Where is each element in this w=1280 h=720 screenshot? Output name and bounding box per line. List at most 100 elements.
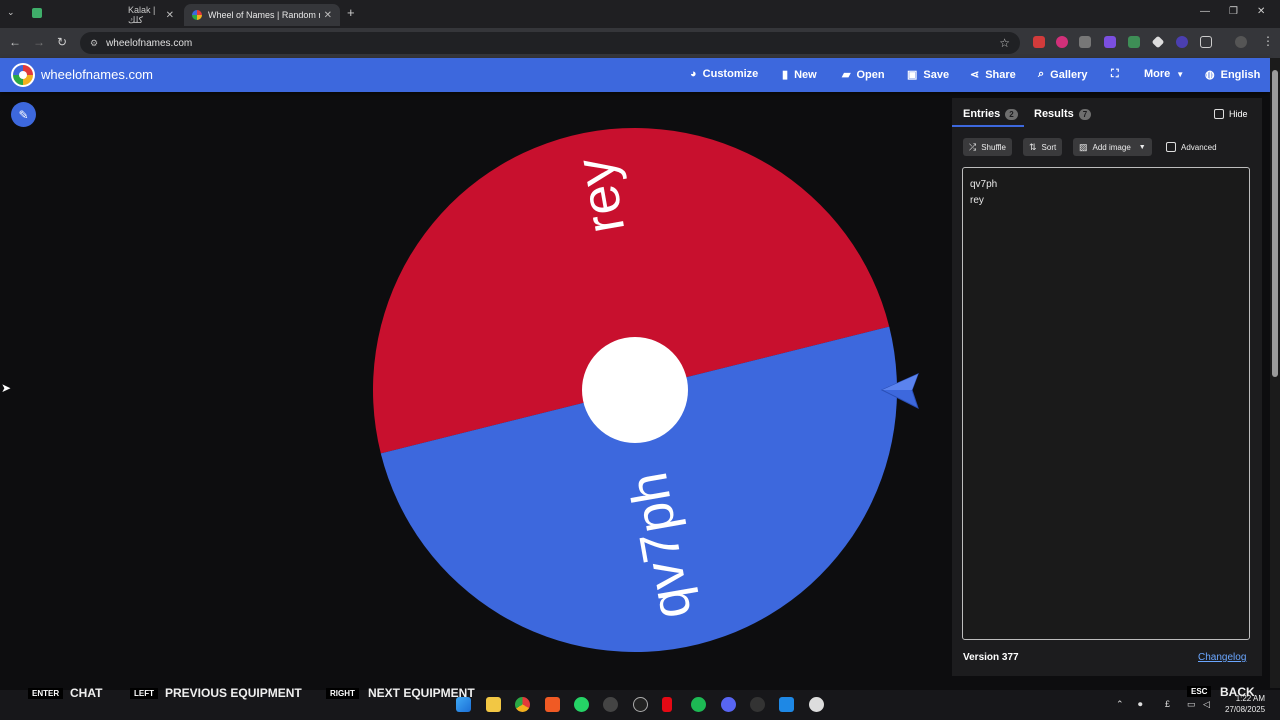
tab-title: Kalak | كلك xyxy=(128,4,156,25)
extension-icon[interactable] xyxy=(1079,36,1091,48)
save-icon: ▣ xyxy=(907,69,918,81)
minimize-icon[interactable]: — xyxy=(1200,6,1210,17)
extensions-puzzle-icon[interactable] xyxy=(1200,36,1212,48)
reload-icon[interactable]: ↻ xyxy=(57,35,67,49)
advanced-checkbox[interactable]: Advanced xyxy=(1160,138,1223,156)
browser-menu-icon[interactable]: ⋮ xyxy=(1262,34,1274,48)
sort-button[interactable]: ⇅ Sort xyxy=(1023,138,1063,156)
globe-icon: ◍ xyxy=(1205,69,1215,81)
extension-icon[interactable] xyxy=(1104,36,1116,48)
tab-entries[interactable]: Entries 2 xyxy=(963,108,1018,120)
volume-icon[interactable]: ◁ xyxy=(1203,699,1210,710)
new-button[interactable]: ▮ New xyxy=(782,68,817,82)
gallery-button[interactable]: ⌕ Gallery xyxy=(1038,68,1087,81)
address-bar[interactable]: ⚙ wheelofnames.com ☆ xyxy=(80,32,1020,54)
checkbox-icon xyxy=(1166,142,1176,152)
extension-icon[interactable] xyxy=(1176,36,1188,48)
share-label: Share xyxy=(985,68,1016,81)
image-icon: ▨ xyxy=(1079,141,1088,152)
tray-overflow-icon[interactable]: ⌃ xyxy=(1116,699,1124,710)
app-icon[interactable] xyxy=(779,697,794,712)
overlay-key-left: LEFT xyxy=(130,688,158,699)
hide-checkbox[interactable]: Hide xyxy=(1214,109,1248,119)
wheel-center-hub[interactable] xyxy=(582,337,688,443)
forward-icon[interactable]: → xyxy=(33,35,45,49)
app-icon[interactable] xyxy=(750,697,765,712)
restore-icon[interactable]: ❐ xyxy=(1229,6,1238,17)
chevron-down-icon: ▼ xyxy=(1138,143,1146,151)
site-info-icon[interactable]: ⚙ xyxy=(90,38,98,49)
brave-icon[interactable] xyxy=(545,697,560,712)
extension-icon[interactable] xyxy=(1033,36,1045,48)
overlay-label-next: NEXT EQUIPMENT xyxy=(368,686,475,700)
back-icon[interactable]: ← xyxy=(9,35,21,49)
tab-search-icon[interactable]: ⌄ xyxy=(7,7,15,18)
extension-icon[interactable] xyxy=(1056,36,1068,48)
shuffle-button[interactable]: ⤮ Shuffle xyxy=(963,138,1012,156)
active-tab-indicator xyxy=(952,125,1024,127)
app-icon[interactable] xyxy=(603,697,618,712)
tab-kalak[interactable]: Kalak | كلك ✕ xyxy=(60,4,182,26)
fullscreen-button[interactable]: ⛶ xyxy=(1111,68,1125,81)
advanced-label: Advanced xyxy=(1181,142,1217,152)
pencil-icon: ✎ xyxy=(18,107,29,122)
edit-wheel-button[interactable]: ✎ xyxy=(11,102,36,127)
language-label: English xyxy=(1220,68,1261,81)
new-label: New xyxy=(794,68,817,81)
network-icon[interactable]: ▭ xyxy=(1187,699,1196,710)
profile-avatar[interactable] xyxy=(1235,36,1247,48)
customize-button[interactable]: ◕ Customize xyxy=(690,68,758,80)
bookmark-star-icon[interactable]: ☆ xyxy=(999,36,1010,50)
chrome-icon[interactable] xyxy=(515,697,530,712)
netflix-icon[interactable] xyxy=(662,697,672,712)
tab-wheel-of-names[interactable]: Wheel of Names | Random nam ✕ xyxy=(184,4,340,26)
spin-wheel[interactable]: rey qv7ph xyxy=(370,125,900,655)
open-label: Open xyxy=(856,68,885,81)
palette-icon: ◕ xyxy=(690,68,697,80)
entries-textarea[interactable]: qv7ph rey xyxy=(962,167,1250,640)
share-icon: ⋖ xyxy=(970,69,980,81)
add-image-label: Add image xyxy=(1092,142,1131,152)
site-header: wheelofnames.com ◕ Customize ▮ New ▰ Ope… xyxy=(0,58,1270,92)
more-button[interactable]: More ▼ xyxy=(1144,68,1184,80)
overlay-label-chat: CHAT xyxy=(70,686,103,700)
overlay-key-enter: ENTER xyxy=(28,688,64,699)
tab-results[interactable]: Results 7 xyxy=(1034,108,1092,120)
overlay-label-previous: PREVIOUS EQUIPMENT xyxy=(165,686,302,700)
app-icon[interactable] xyxy=(633,697,648,712)
scrollbar-thumb[interactable] xyxy=(1272,70,1278,377)
share-button[interactable]: ⋖ Share xyxy=(970,68,1016,82)
pinned-tab-icon[interactable] xyxy=(32,8,42,18)
browser-tab-strip: ⌄ Kalak | كلك ✕ Wheel of Names | Random … xyxy=(0,0,1280,28)
extension-icon[interactable] xyxy=(1128,36,1140,48)
language-button[interactable]: ◍ English xyxy=(1205,68,1261,82)
wheel-pointer-icon xyxy=(880,373,919,409)
shuffle-icon: ⤮ xyxy=(969,141,977,152)
open-button[interactable]: ▰ Open xyxy=(842,68,885,82)
checkbox-icon xyxy=(1214,109,1224,119)
save-button[interactable]: ▣ Save xyxy=(907,68,949,82)
whatsapp-icon[interactable] xyxy=(574,697,589,712)
page-scrollbar[interactable] xyxy=(1270,58,1280,688)
tray-language[interactable]: £ xyxy=(1165,699,1170,709)
site-logo-icon[interactable] xyxy=(11,63,35,87)
overwatch-icon[interactable] xyxy=(809,697,824,712)
file-explorer-icon[interactable] xyxy=(486,697,501,712)
discord-icon[interactable] xyxy=(721,697,736,712)
overlay-key-esc: ESC xyxy=(1187,686,1212,697)
spotify-icon[interactable] xyxy=(691,697,706,712)
microphone-icon[interactable]: ⏺ xyxy=(1138,699,1143,710)
results-tab-label: Results xyxy=(1034,108,1074,120)
shuffle-label: Shuffle xyxy=(981,142,1006,152)
close-tab-icon[interactable]: ✕ xyxy=(324,10,332,21)
close-tab-icon[interactable]: ✕ xyxy=(166,10,174,21)
sort-icon: ⇅ xyxy=(1029,141,1037,152)
changelog-link[interactable]: Changelog xyxy=(1198,652,1246,663)
results-count-badge: 7 xyxy=(1078,108,1092,120)
chevron-down-icon: ▼ xyxy=(1176,69,1185,79)
new-tab-icon[interactable]: + xyxy=(347,5,355,20)
gallery-label: Gallery xyxy=(1050,68,1088,81)
close-window-icon[interactable]: ✕ xyxy=(1257,6,1265,17)
add-image-button[interactable]: ▨ Add image ▼ xyxy=(1073,138,1152,156)
site-name[interactable]: wheelofnames.com xyxy=(41,67,153,82)
